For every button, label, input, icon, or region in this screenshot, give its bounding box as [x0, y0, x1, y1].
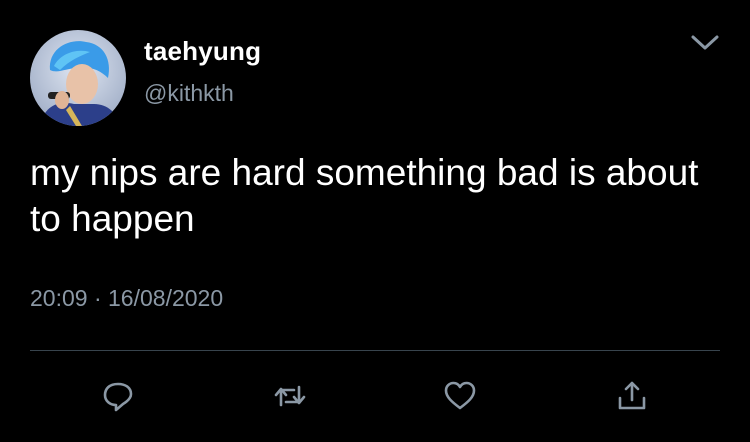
share-button[interactable] [614, 378, 650, 414]
user-handle[interactable]: @kithkth [144, 80, 234, 107]
retweet-button[interactable] [272, 378, 308, 414]
divider [30, 350, 720, 351]
share-icon [618, 381, 646, 410]
tweet-text: my nips are hard something bad is about … [30, 152, 699, 239]
tweet-timestamp[interactable]: 20:09 · 16/08/2020 [30, 285, 223, 312]
heart-icon [444, 381, 476, 410]
tweet-time: 20:09 [30, 285, 88, 311]
like-button[interactable] [442, 378, 478, 414]
tweet-card: taehyung @kithkth my nips are hard somet… [0, 0, 750, 442]
avatar-photo [30, 30, 126, 126]
reply-button[interactable] [100, 378, 136, 414]
retweet-icon [274, 385, 306, 407]
reply-icon [103, 382, 133, 412]
avatar[interactable] [30, 30, 126, 126]
tweet-date: 16/08/2020 [108, 285, 224, 311]
meta-separator: · [93, 285, 102, 311]
display-name[interactable]: taehyung [144, 36, 261, 67]
chevron-down-icon[interactable] [688, 30, 722, 54]
